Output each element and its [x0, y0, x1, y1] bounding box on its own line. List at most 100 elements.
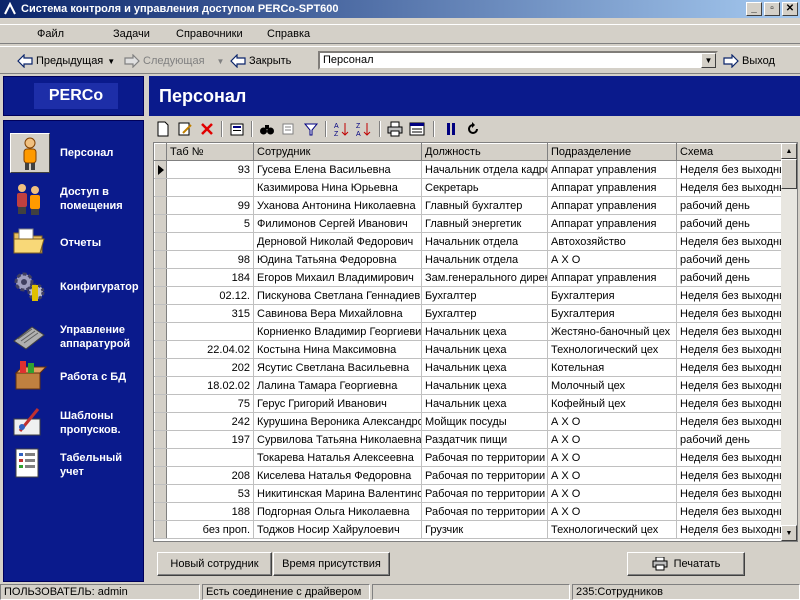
- cell-tab-number[interactable]: 22.04.02: [166, 340, 254, 359]
- properties-icon[interactable]: [229, 121, 245, 137]
- table-row[interactable]: 93 Гусева Елена Васильевна Начальник отдел…: [154, 160, 783, 179]
- row-indicator[interactable]: [154, 178, 167, 197]
- cell-employee[interactable]: Никитинская Марина Валентиновна: [253, 484, 422, 503]
- row-indicator[interactable]: [154, 322, 167, 341]
- cell-employee[interactable]: Савинова Вера Михайловна: [253, 304, 422, 323]
- cell-department[interactable]: А Х О: [547, 250, 677, 269]
- sidebar-item-personnel[interactable]: Персонал: [4, 127, 145, 179]
- table-row[interactable]: 18.02.02 Лалина Тамара Георгиевна Начальни…: [154, 376, 783, 395]
- cell-position[interactable]: Начальник цеха: [421, 394, 548, 413]
- table-row[interactable]: Казимирова Нина Юрьевна Секретарь Аппарат …: [154, 178, 783, 197]
- row-indicator[interactable]: [154, 214, 167, 233]
- cell-tab-number[interactable]: 93: [166, 160, 254, 179]
- table-row[interactable]: 75 Герус Григорий Иванович Начальник цеха К…: [154, 394, 783, 413]
- row-indicator[interactable]: [154, 268, 167, 287]
- chevron-down-icon[interactable]: ▼: [107, 57, 115, 66]
- row-indicator[interactable]: [154, 196, 167, 215]
- cell-department[interactable]: А Х О: [547, 412, 677, 431]
- row-indicator[interactable]: [154, 412, 167, 431]
- cell-schedule[interactable]: рабочий день: [676, 250, 783, 269]
- close-window-button[interactable]: ✕: [782, 2, 798, 16]
- cell-schedule[interactable]: Неделя без выходных: [676, 178, 783, 197]
- close-button[interactable]: Закрыть: [230, 52, 291, 70]
- cell-department[interactable]: А Х О: [547, 502, 677, 521]
- cell-position[interactable]: Мойщик посуды: [421, 412, 548, 431]
- sort-ascending-icon[interactable]: AZ: [333, 121, 349, 138]
- cell-schedule[interactable]: Неделя без выходных: [676, 520, 783, 539]
- row-indicator[interactable]: [154, 358, 167, 377]
- cell-tab-number[interactable]: 197: [166, 430, 254, 449]
- cell-tab-number[interactable]: 53: [166, 484, 254, 503]
- cell-department[interactable]: Бухгалтерия: [547, 304, 677, 323]
- table-row[interactable]: без проп. Тоджов Носир Хайрулоевич Грузчик…: [154, 520, 783, 539]
- cell-department[interactable]: Котельная: [547, 358, 677, 377]
- table-row[interactable]: Дерновой Николай Федорович Начальник отде…: [154, 232, 783, 251]
- print-button[interactable]: Печатать: [627, 552, 745, 576]
- cell-position[interactable]: Рабочая по территории: [421, 466, 548, 485]
- cell-department[interactable]: Жестяно-баночный цех: [547, 322, 677, 341]
- cell-employee[interactable]: Ясутис Светлана Васильевна: [253, 358, 422, 377]
- cell-position[interactable]: Рабочая по территории: [421, 502, 548, 521]
- cell-tab-number[interactable]: 18.02.02: [166, 376, 254, 395]
- cell-position[interactable]: Начальник отдела: [421, 232, 548, 251]
- refresh-icon[interactable]: [465, 121, 481, 137]
- cell-employee[interactable]: Лалина Тамара Георгиевна: [253, 376, 422, 395]
- cell-position[interactable]: Бухгалтер: [421, 304, 548, 323]
- table-row[interactable]: 98 Юдина Татьяна Федоровна Начальник отдел…: [154, 250, 783, 269]
- row-indicator[interactable]: [154, 286, 167, 305]
- column-header-department[interactable]: Подразделение: [547, 143, 677, 161]
- vertical-scrollbar[interactable]: ▲ ▼: [781, 143, 797, 541]
- cell-position[interactable]: Бухгалтер: [421, 286, 548, 305]
- row-indicator[interactable]: [154, 520, 167, 539]
- cell-position[interactable]: Начальник цеха: [421, 322, 548, 341]
- sidebar-item-configurator[interactable]: Конфигуратор: [4, 261, 145, 313]
- column-header-employee[interactable]: Сотрудник: [253, 143, 422, 161]
- prev-button[interactable]: Предыдущая ▼: [17, 52, 115, 70]
- row-indicator[interactable]: [154, 502, 167, 521]
- cell-position[interactable]: Секретарь: [421, 178, 548, 197]
- cell-tab-number[interactable]: 188: [166, 502, 254, 521]
- cell-schedule[interactable]: Неделя без выходных: [676, 448, 783, 467]
- path-combobox[interactable]: Персонал ▼: [318, 51, 718, 70]
- menu-references[interactable]: Справочники: [176, 28, 243, 40]
- cell-employee[interactable]: Курушина Вероника Александровна: [253, 412, 422, 431]
- cell-employee[interactable]: Гусева Елена Васильевна: [253, 160, 422, 179]
- table-row[interactable]: 02.12. Пискунова Светлана Геннадиевна Бухг…: [154, 286, 783, 305]
- cell-schedule[interactable]: Неделя без выходных: [676, 286, 783, 305]
- cell-position[interactable]: Грузчик: [421, 520, 548, 539]
- new-employee-button[interactable]: Новый сотрудник: [157, 552, 272, 576]
- cell-department[interactable]: А Х О: [547, 448, 677, 467]
- cell-position[interactable]: Рабочая по территории: [421, 484, 548, 503]
- row-indicator[interactable]: [154, 340, 167, 359]
- cell-position[interactable]: Начальник цеха: [421, 376, 548, 395]
- cell-employee[interactable]: Киселева Наталья Федоровна: [253, 466, 422, 485]
- menu-tasks[interactable]: Задачи: [113, 28, 150, 40]
- table-row[interactable]: 208 Киселева Наталья Федоровна Рабочая по …: [154, 466, 783, 485]
- cell-schedule[interactable]: рабочий день: [676, 196, 783, 215]
- cell-tab-number[interactable]: 208: [166, 466, 254, 485]
- cell-schedule[interactable]: Неделя без выходных: [676, 466, 783, 485]
- cell-department[interactable]: Автохозяйство: [547, 232, 677, 251]
- cell-tab-number[interactable]: [166, 448, 254, 467]
- row-indicator[interactable]: [154, 376, 167, 395]
- table-row[interactable]: 22.04.02 Костына Нина Максимовна Начальник…: [154, 340, 783, 359]
- presence-time-button[interactable]: Время присутствия: [273, 552, 390, 576]
- cell-department[interactable]: А Х О: [547, 466, 677, 485]
- cell-department[interactable]: Технологический цех: [547, 340, 677, 359]
- table-row[interactable]: Корниенко Владимир Георгиевич Начальник ц…: [154, 322, 783, 341]
- printer-icon[interactable]: [387, 121, 403, 137]
- cell-schedule[interactable]: Неделя без выходных: [676, 502, 783, 521]
- cell-employee[interactable]: Юдина Татьяна Федоровна: [253, 250, 422, 269]
- table-row[interactable]: 188 Подгорная Ольга Николаевна Рабочая по …: [154, 502, 783, 521]
- sidebar-item-timesheet[interactable]: Табельный учет: [4, 439, 145, 491]
- cell-department[interactable]: А Х О: [547, 484, 677, 503]
- cell-tab-number[interactable]: [166, 322, 254, 341]
- cell-employee[interactable]: Филимонов Сергей Иванович: [253, 214, 422, 233]
- cell-department[interactable]: Молочный цех: [547, 376, 677, 395]
- exit-button[interactable]: Выход: [723, 52, 775, 70]
- binoculars-icon[interactable]: [259, 121, 275, 137]
- table-row[interactable]: 53Никитинская Марина ВалентиновнаРабочая…: [154, 484, 783, 503]
- cell-department[interactable]: Бухгалтерия: [547, 286, 677, 305]
- cell-department[interactable]: Аппарат управления: [547, 268, 677, 287]
- row-indicator[interactable]: [154, 484, 167, 503]
